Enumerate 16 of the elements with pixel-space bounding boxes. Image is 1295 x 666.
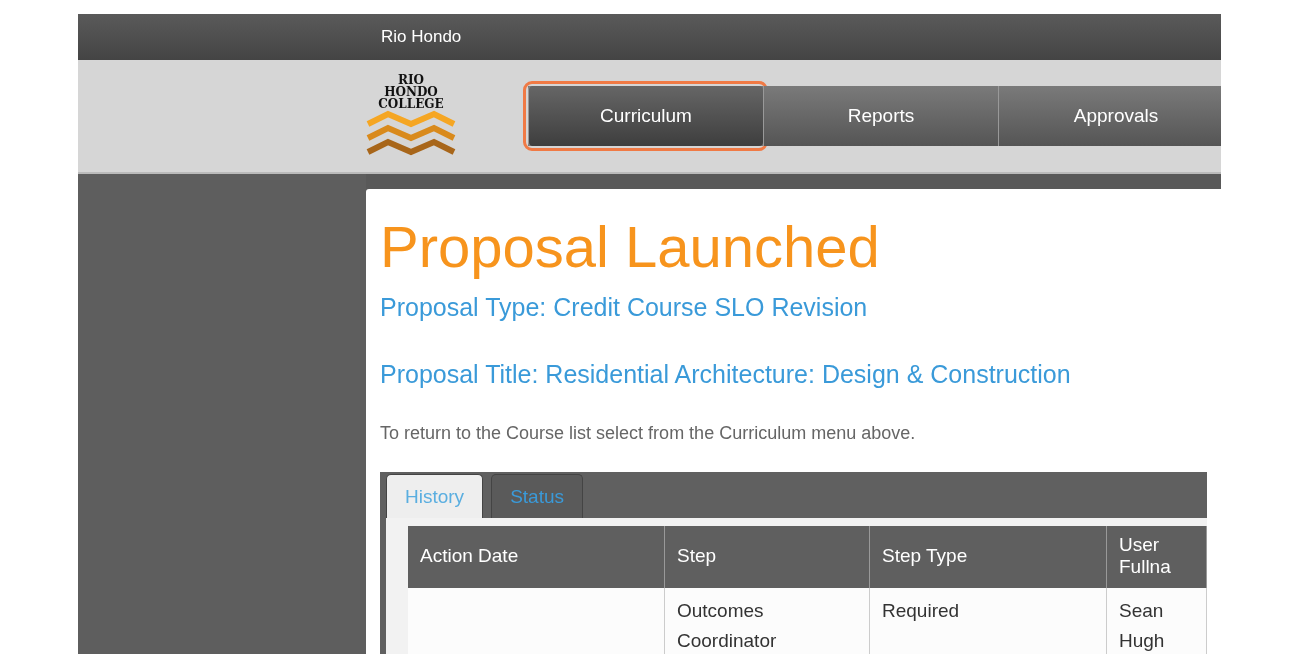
column-header: Step Type: [869, 526, 1107, 588]
nav-tab[interactable]: Approvals: [998, 86, 1221, 146]
proposal-type: Proposal Type: Credit Course SLO Revision: [380, 293, 869, 322]
proposal-title: Proposal Title: Residential Architecture: Design & Construction: [380, 360, 1072, 389]
table-cell: Sean Hugh: [1106, 588, 1207, 654]
column-header: Action Date: [408, 526, 665, 588]
column-header: Step: [664, 526, 870, 588]
table-cell: Required: [869, 588, 1107, 654]
waves-icon: [366, 110, 456, 158]
column-header: User Fullna: [1106, 526, 1207, 588]
table-cell: Outcomes Coordinator: [664, 588, 870, 654]
instruction-text: To return to the Course list select from the Curriculum menu above.: [380, 423, 917, 444]
nav-tab[interactable]: Reports: [763, 86, 998, 146]
college-logo: RIO HONDO COLLEGE: [366, 74, 456, 158]
page-heading: Proposal Launched: [380, 215, 881, 279]
site-title: Rio Hondo: [381, 27, 462, 47]
